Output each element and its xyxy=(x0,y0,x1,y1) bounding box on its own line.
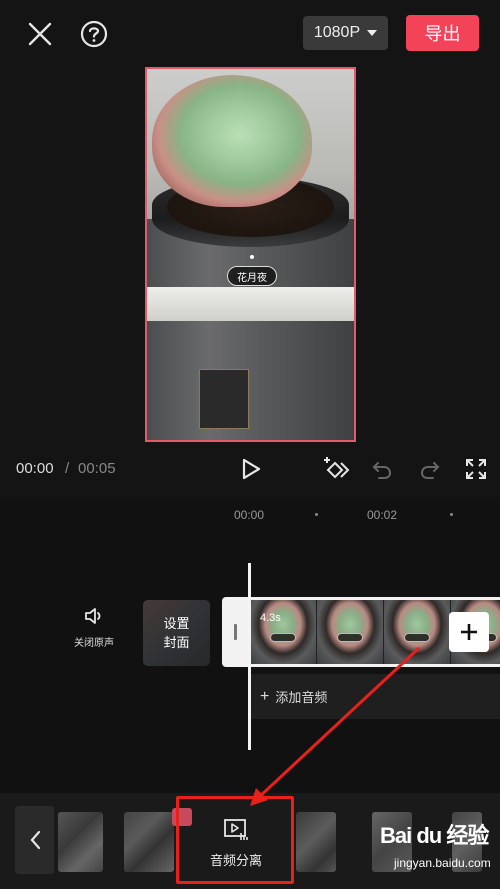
watermark: Bai du 经验 jingyan.baidu.com xyxy=(380,818,495,876)
watermark-url: jingyan.baidu.com xyxy=(394,856,491,870)
annotation-arrow xyxy=(250,646,421,806)
watermark-brand: Bai du 经验 xyxy=(380,823,489,848)
